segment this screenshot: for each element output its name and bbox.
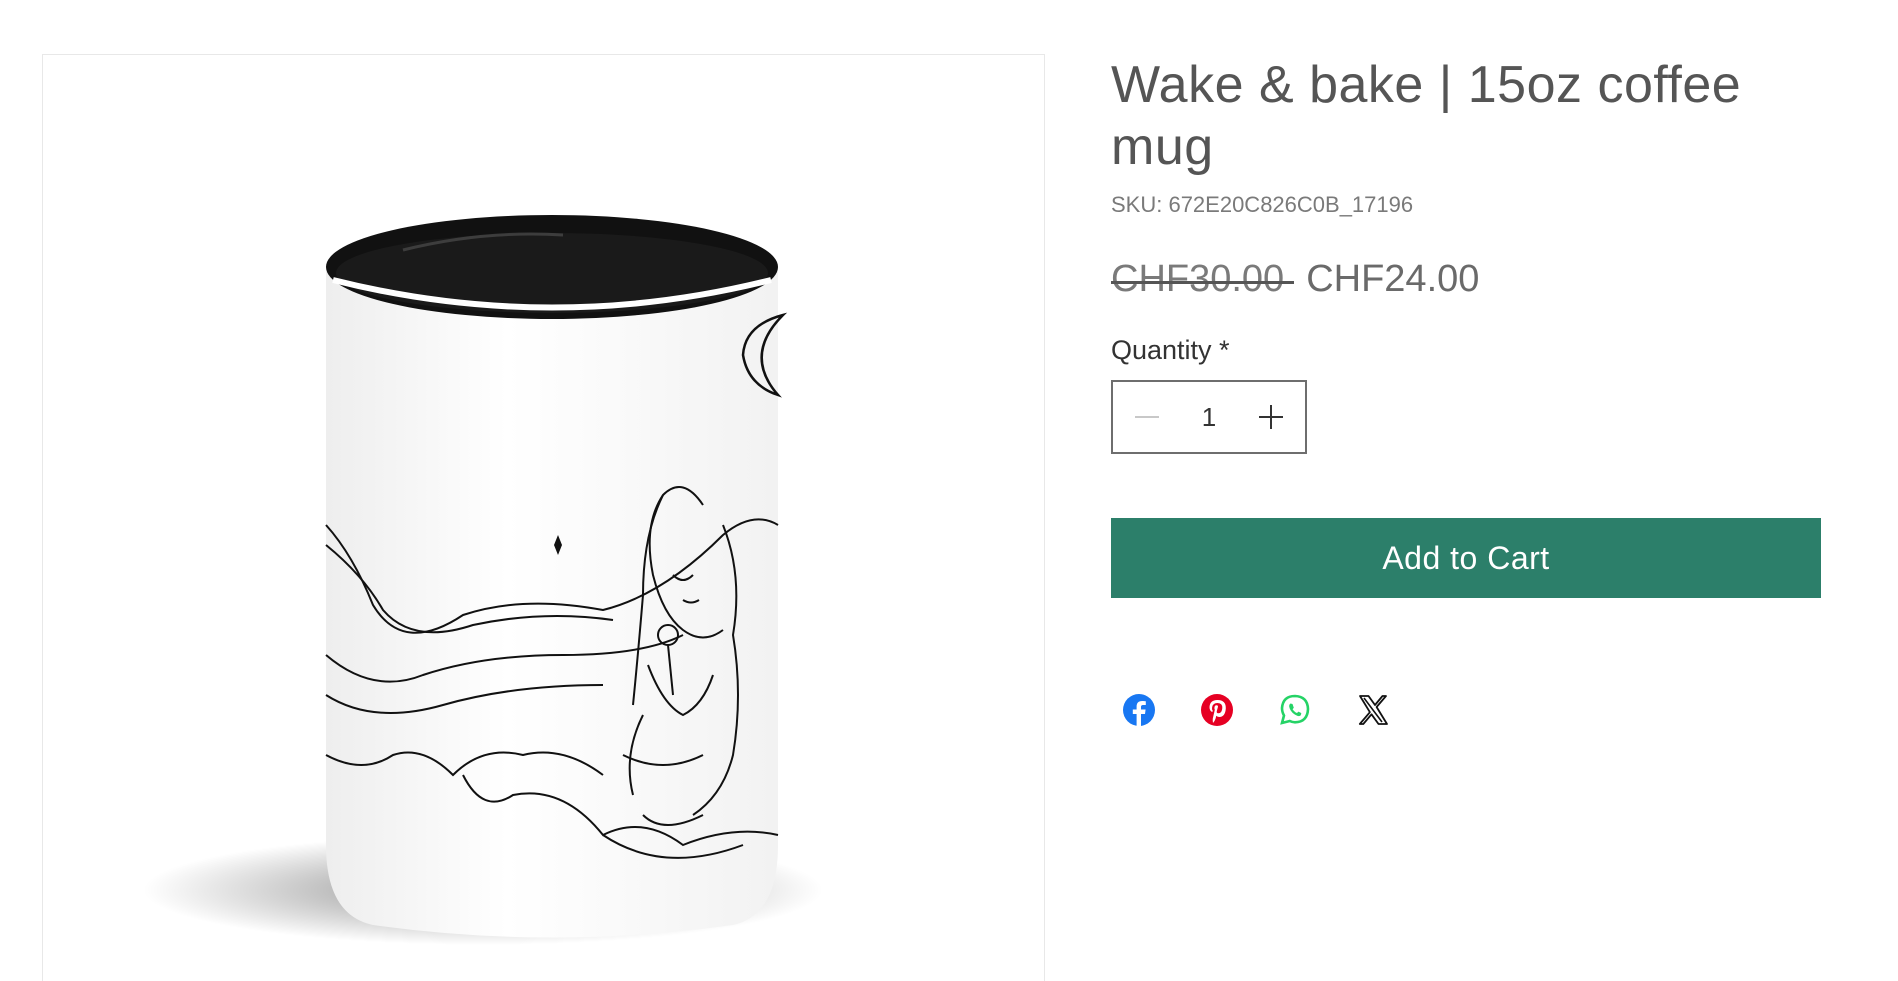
share-facebook-button[interactable] (1121, 692, 1157, 728)
share-bar (1111, 692, 1821, 728)
product-title: Wake & bake | 15oz coffee mug (1111, 56, 1742, 176)
price-row: CHF30.00 CHF24.00 (1111, 258, 1821, 301)
increment-button[interactable] (1251, 397, 1291, 437)
product-sku: SKU: 672E20C826C0B_17196 (1111, 192, 1414, 217)
share-whatsapp-button[interactable] (1277, 692, 1313, 728)
quantity-label: Quantity * (1111, 335, 1230, 365)
quantity-input[interactable] (1179, 401, 1239, 433)
pinterest-icon (1201, 694, 1233, 726)
x-icon (1358, 695, 1388, 725)
product-info: Wake & bake | 15oz coffee mug SKU: 672E2… (1111, 54, 1821, 728)
quantity-stepper (1111, 380, 1307, 454)
product-page: Wake & bake | 15oz coffee mug SKU: 672E2… (0, 0, 1898, 981)
facebook-icon (1123, 694, 1155, 727)
minus-icon (1135, 416, 1159, 418)
whatsapp-icon (1280, 694, 1310, 725)
mug-illustration (143, 215, 823, 945)
sale-price: CHF24.00 (1306, 258, 1480, 300)
plus-icon (1259, 405, 1283, 429)
share-x-button[interactable] (1355, 692, 1391, 728)
decrement-button[interactable] (1127, 397, 1167, 437)
original-price: CHF30.00 (1111, 258, 1296, 301)
add-to-cart-button[interactable]: Add to Cart (1111, 518, 1821, 598)
product-image[interactable] (42, 54, 1045, 981)
share-pinterest-button[interactable] (1199, 692, 1235, 728)
